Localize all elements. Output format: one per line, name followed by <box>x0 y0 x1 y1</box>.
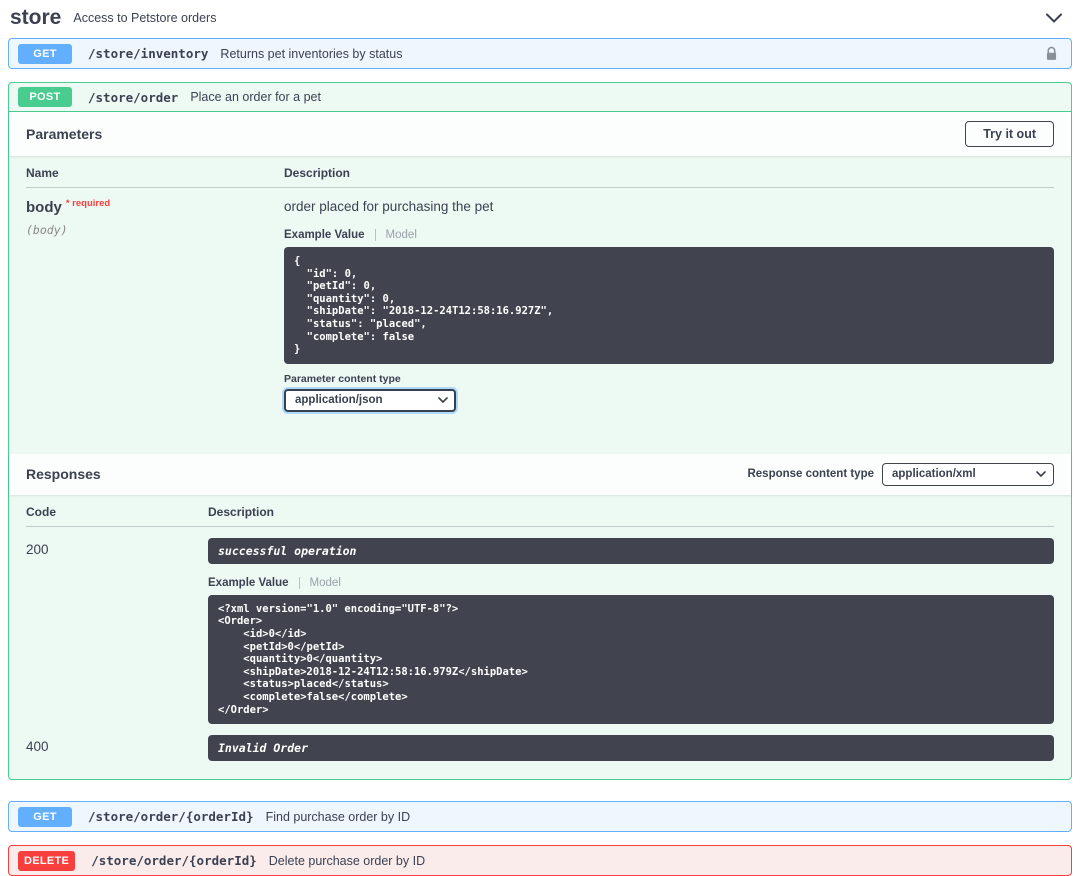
section-title: store <box>10 6 62 29</box>
tab-example-value[interactable]: Example Value <box>284 229 365 241</box>
parameter-description-cell: order placed for purchasing the pet Exam… <box>284 199 1054 454</box>
opblock-summary-post-order[interactable]: POST /store/order Place an order for a p… <box>9 83 1071 112</box>
response-content-type-select-wrap: application/xml <box>882 462 1054 486</box>
parameter-description: order placed for purchasing the pet <box>284 199 494 214</box>
response-code-200: 200 <box>26 541 49 557</box>
column-header-description: Description <box>208 504 275 519</box>
method-badge-get: GET <box>18 43 72 64</box>
response-description-bar: Invalid Order <box>208 735 1054 762</box>
response-code-400: 400 <box>26 739 49 755</box>
responses-header: Responses Response content type applicat… <box>9 453 1071 495</box>
op-summary-post-order: Place an order for a pet <box>190 90 321 104</box>
responses-table-head: Code Description <box>26 495 1054 527</box>
json-example-code: { "id": 0, "petId": 0, "quantity": 0, "s… <box>284 247 1054 364</box>
tab-model[interactable]: Model <box>374 229 417 241</box>
section-subtitle: Access to Petstore orders <box>73 11 217 25</box>
parameter-location: (body) <box>26 223 68 237</box>
response-row-400: 400 Invalid Order <box>26 724 1054 762</box>
tab-example-value[interactable]: Example Value <box>208 577 289 589</box>
parameter-content-type-select[interactable]: application/json <box>284 388 456 412</box>
response-200-description-cell: successful operation Example Value Model… <box>208 537 1054 725</box>
parameters-table: Name Description body * required (body) o… <box>9 156 1071 454</box>
response-description-bar: successful operation <box>208 537 1054 564</box>
op-summary-get-order-by-id: Find purchase order by ID <box>265 809 411 824</box>
try-it-out-button[interactable]: Try it out <box>965 121 1054 147</box>
column-header-code: Code <box>26 504 56 519</box>
column-header-name: Name <box>26 166 59 180</box>
column-header-description: Description <box>284 166 351 180</box>
opblock-post-order: POST /store/order Place an order for a p… <box>8 82 1072 781</box>
response-400-description-cell: Invalid Order <box>208 735 1054 762</box>
tab-model[interactable]: Model <box>298 576 341 589</box>
op-summary-delete-order-by-id: Delete purchase order by ID <box>268 853 426 868</box>
response-content-type-label: Response content type <box>747 468 874 481</box>
parameter-content-type-select-wrap: application/json <box>284 388 456 412</box>
response-row-200: 200 successful operation Example Value M… <box>26 527 1054 725</box>
op-path-post-order: /store/order <box>88 89 179 105</box>
parameter-row-body: body * required (body) order placed for p… <box>26 188 1054 454</box>
parameter-name-text: body <box>26 199 62 216</box>
response-example-section: Example Value Model <?xml version="1.0" … <box>208 576 1054 725</box>
opblock-body: Parameters Try it out Name Description b… <box>9 112 1071 779</box>
example-model-tabs: Example Value Model <box>284 229 1054 241</box>
method-badge-post: POST <box>18 87 72 107</box>
parameters-heading: Parameters <box>26 126 103 142</box>
opblock-summary-get-order-by-id[interactable]: GET /store/order/{orderId} Find purchase… <box>9 802 1071 831</box>
chevron-down-icon[interactable] <box>1040 11 1068 25</box>
swagger-store-section: store Access to Petstore orders GET /sto… <box>0 0 1080 876</box>
method-badge-delete: DELETE <box>18 850 76 871</box>
response-content-type-group: Response content type application/xml <box>747 462 1054 486</box>
opblock-delete-order-by-id: DELETE /store/order/{orderId} Delete pur… <box>8 845 1072 876</box>
opblock-summary-delete-order-by-id[interactable]: DELETE /store/order/{orderId} Delete pur… <box>9 846 1071 875</box>
opblock-get-inventory: GET /store/inventory Returns pet invento… <box>8 38 1072 69</box>
lock-icon[interactable] <box>1041 46 1062 62</box>
required-marker: * required <box>65 198 111 209</box>
responses-table: Code Description 200 successful operatio… <box>9 495 1071 779</box>
response-content-type-select[interactable]: application/xml <box>882 462 1054 486</box>
op-path-delete-order-by-id: /store/order/{orderId} <box>91 853 257 869</box>
parameter-content-type-label: Parameter content type <box>284 372 401 385</box>
parameter-name-cell: body * required (body) <box>26 198 284 454</box>
responses-heading: Responses <box>26 466 101 483</box>
parameter-name: body * required <box>26 198 284 216</box>
method-badge-get: GET <box>18 806 72 827</box>
opblock-get-order-by-id: GET /store/order/{orderId} Find purchase… <box>8 801 1072 833</box>
example-model-tabs: Example Value Model <box>208 576 1054 589</box>
parameters-table-head: Name Description <box>26 156 1054 188</box>
op-path-inventory: /store/inventory <box>88 46 209 61</box>
tag-section-header[interactable]: store Access to Petstore orders <box>8 4 1072 38</box>
op-path-get-order-by-id: /store/order/{orderId} <box>88 809 254 825</box>
opblock-summary-get-inventory[interactable]: GET /store/inventory Returns pet invento… <box>9 39 1071 68</box>
xml-example-code: <?xml version="1.0" encoding="UTF-8"?> <… <box>208 594 1054 725</box>
parameters-header: Parameters Try it out <box>9 112 1071 156</box>
op-summary-inventory: Returns pet inventories by status <box>220 46 403 61</box>
